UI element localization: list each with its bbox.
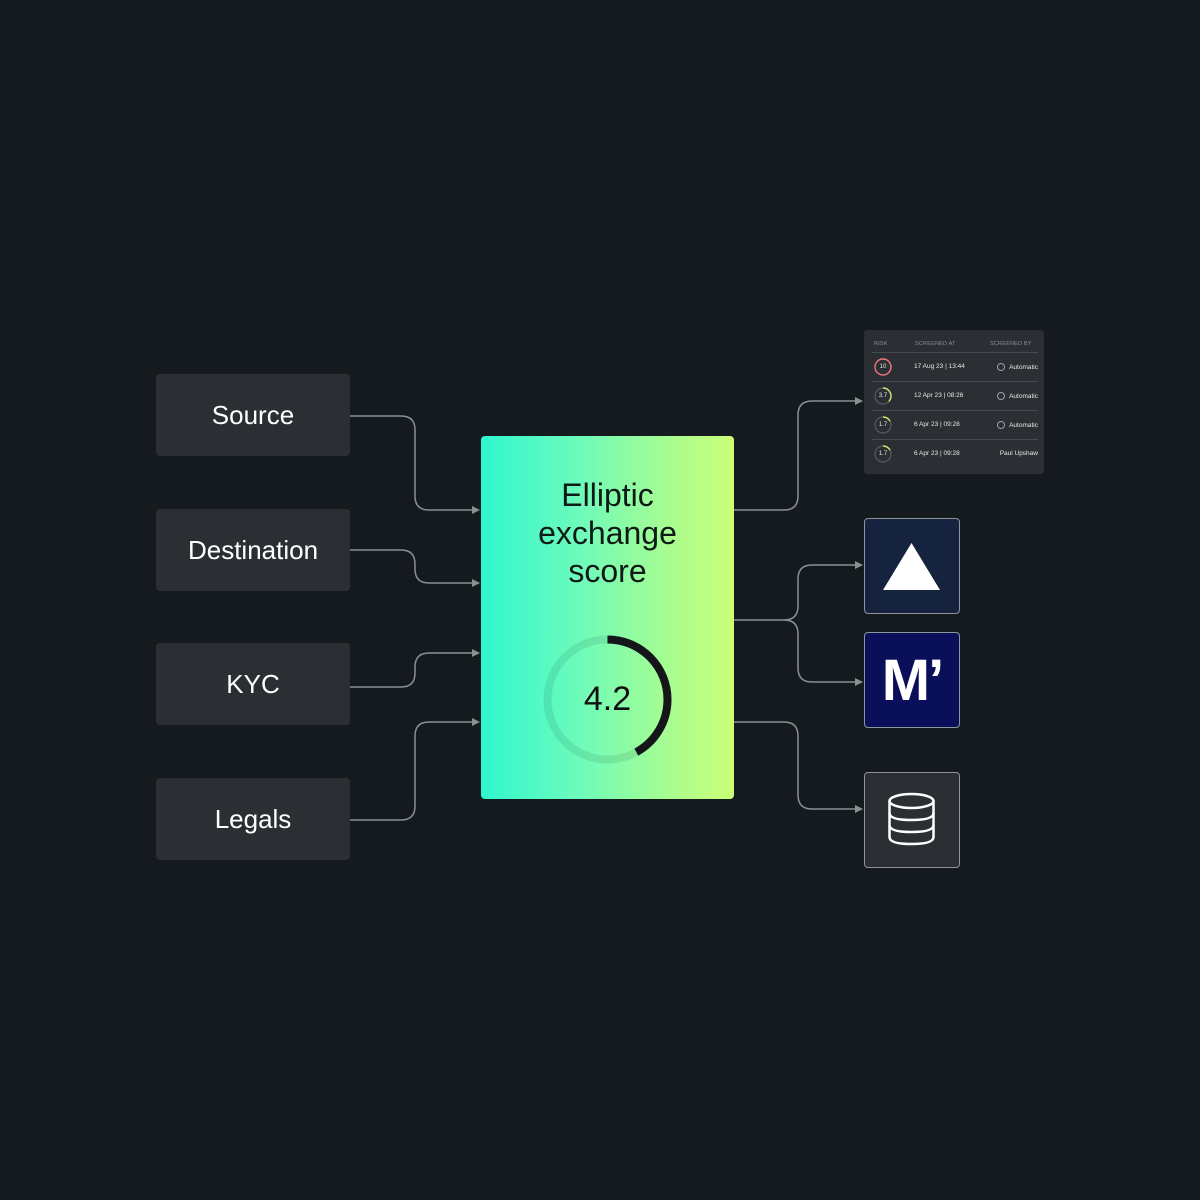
- table-row: 3.7 12 Apr 23 | 08:26 Automatic: [872, 381, 1038, 411]
- risk-value: 1.7: [878, 451, 888, 457]
- connector-legals: [350, 718, 480, 821]
- connector-m-tile: [783, 619, 863, 686]
- screened-by-label: Automatic: [1009, 421, 1038, 429]
- risk-value: 1.7: [878, 422, 888, 428]
- risk-value: 10: [879, 364, 887, 370]
- database-tile: [864, 772, 960, 868]
- connector-kyc: [350, 649, 480, 688]
- connector-database-tile: [734, 721, 863, 813]
- m-logo-tile: M’: [864, 632, 960, 728]
- score-card: Elliptic exchange score 4.2: [481, 436, 734, 799]
- screened-at: 12 Apr 23 | 08:26: [914, 392, 964, 399]
- risk-table: RISK SCREENED AT SCREENED BY 10 17 Aug 2…: [864, 330, 1044, 474]
- screened-by-label: Automatic: [1009, 392, 1038, 400]
- header-screened-by: SCREENED BY: [990, 341, 1032, 347]
- screened-by: Automatic: [997, 392, 1038, 400]
- triangle-logo-icon: [883, 543, 940, 590]
- risk-value: 3.7: [878, 393, 888, 399]
- clock-icon: [997, 392, 1006, 400]
- screened-by-label: Paul Upshaw: [999, 450, 1038, 457]
- m-logo-icon: M’: [881, 647, 944, 713]
- connector-triangle-tile: [734, 561, 863, 621]
- screened-by-label: Automatic: [1009, 363, 1038, 371]
- input-legals: Legals: [156, 778, 350, 860]
- score-value: 4.2: [583, 680, 632, 718]
- clock-icon: [997, 363, 1006, 371]
- table-row: 10 17 Aug 23 | 13:44 Automatic: [872, 352, 1038, 382]
- diagram-stage: Source Destination KYC Legals Elliptic e…: [0, 0, 1200, 1200]
- clock-icon: [997, 421, 1006, 429]
- database-icon: [888, 792, 935, 846]
- connector-destination: [350, 549, 480, 587]
- header-screened-at: SCREENED AT: [915, 341, 956, 347]
- input-source: Source: [156, 374, 350, 456]
- connector-risk-table: [734, 397, 863, 511]
- input-kyc: KYC: [156, 643, 350, 725]
- screened-by: Automatic: [997, 421, 1038, 429]
- triangle-logo-tile: [864, 518, 960, 614]
- table-row: 1.7 6 Apr 23 | 09:28 Paul Upshaw: [872, 439, 1038, 469]
- connector-source: [350, 415, 480, 514]
- screened-by: Automatic: [997, 363, 1038, 371]
- screened-by: Paul Upshaw: [1000, 450, 1038, 457]
- screened-at: 17 Aug 23 | 13:44: [914, 363, 965, 370]
- screened-at: 6 Apr 23 | 09:28: [914, 421, 960, 428]
- score-title: Elliptic exchange score: [538, 477, 677, 589]
- header-risk: RISK: [874, 341, 888, 347]
- table-row: 1.7 6 Apr 23 | 09:28 Automatic: [872, 410, 1038, 440]
- input-destination: Destination: [156, 509, 350, 591]
- screened-at: 6 Apr 23 | 09:28: [914, 450, 960, 457]
